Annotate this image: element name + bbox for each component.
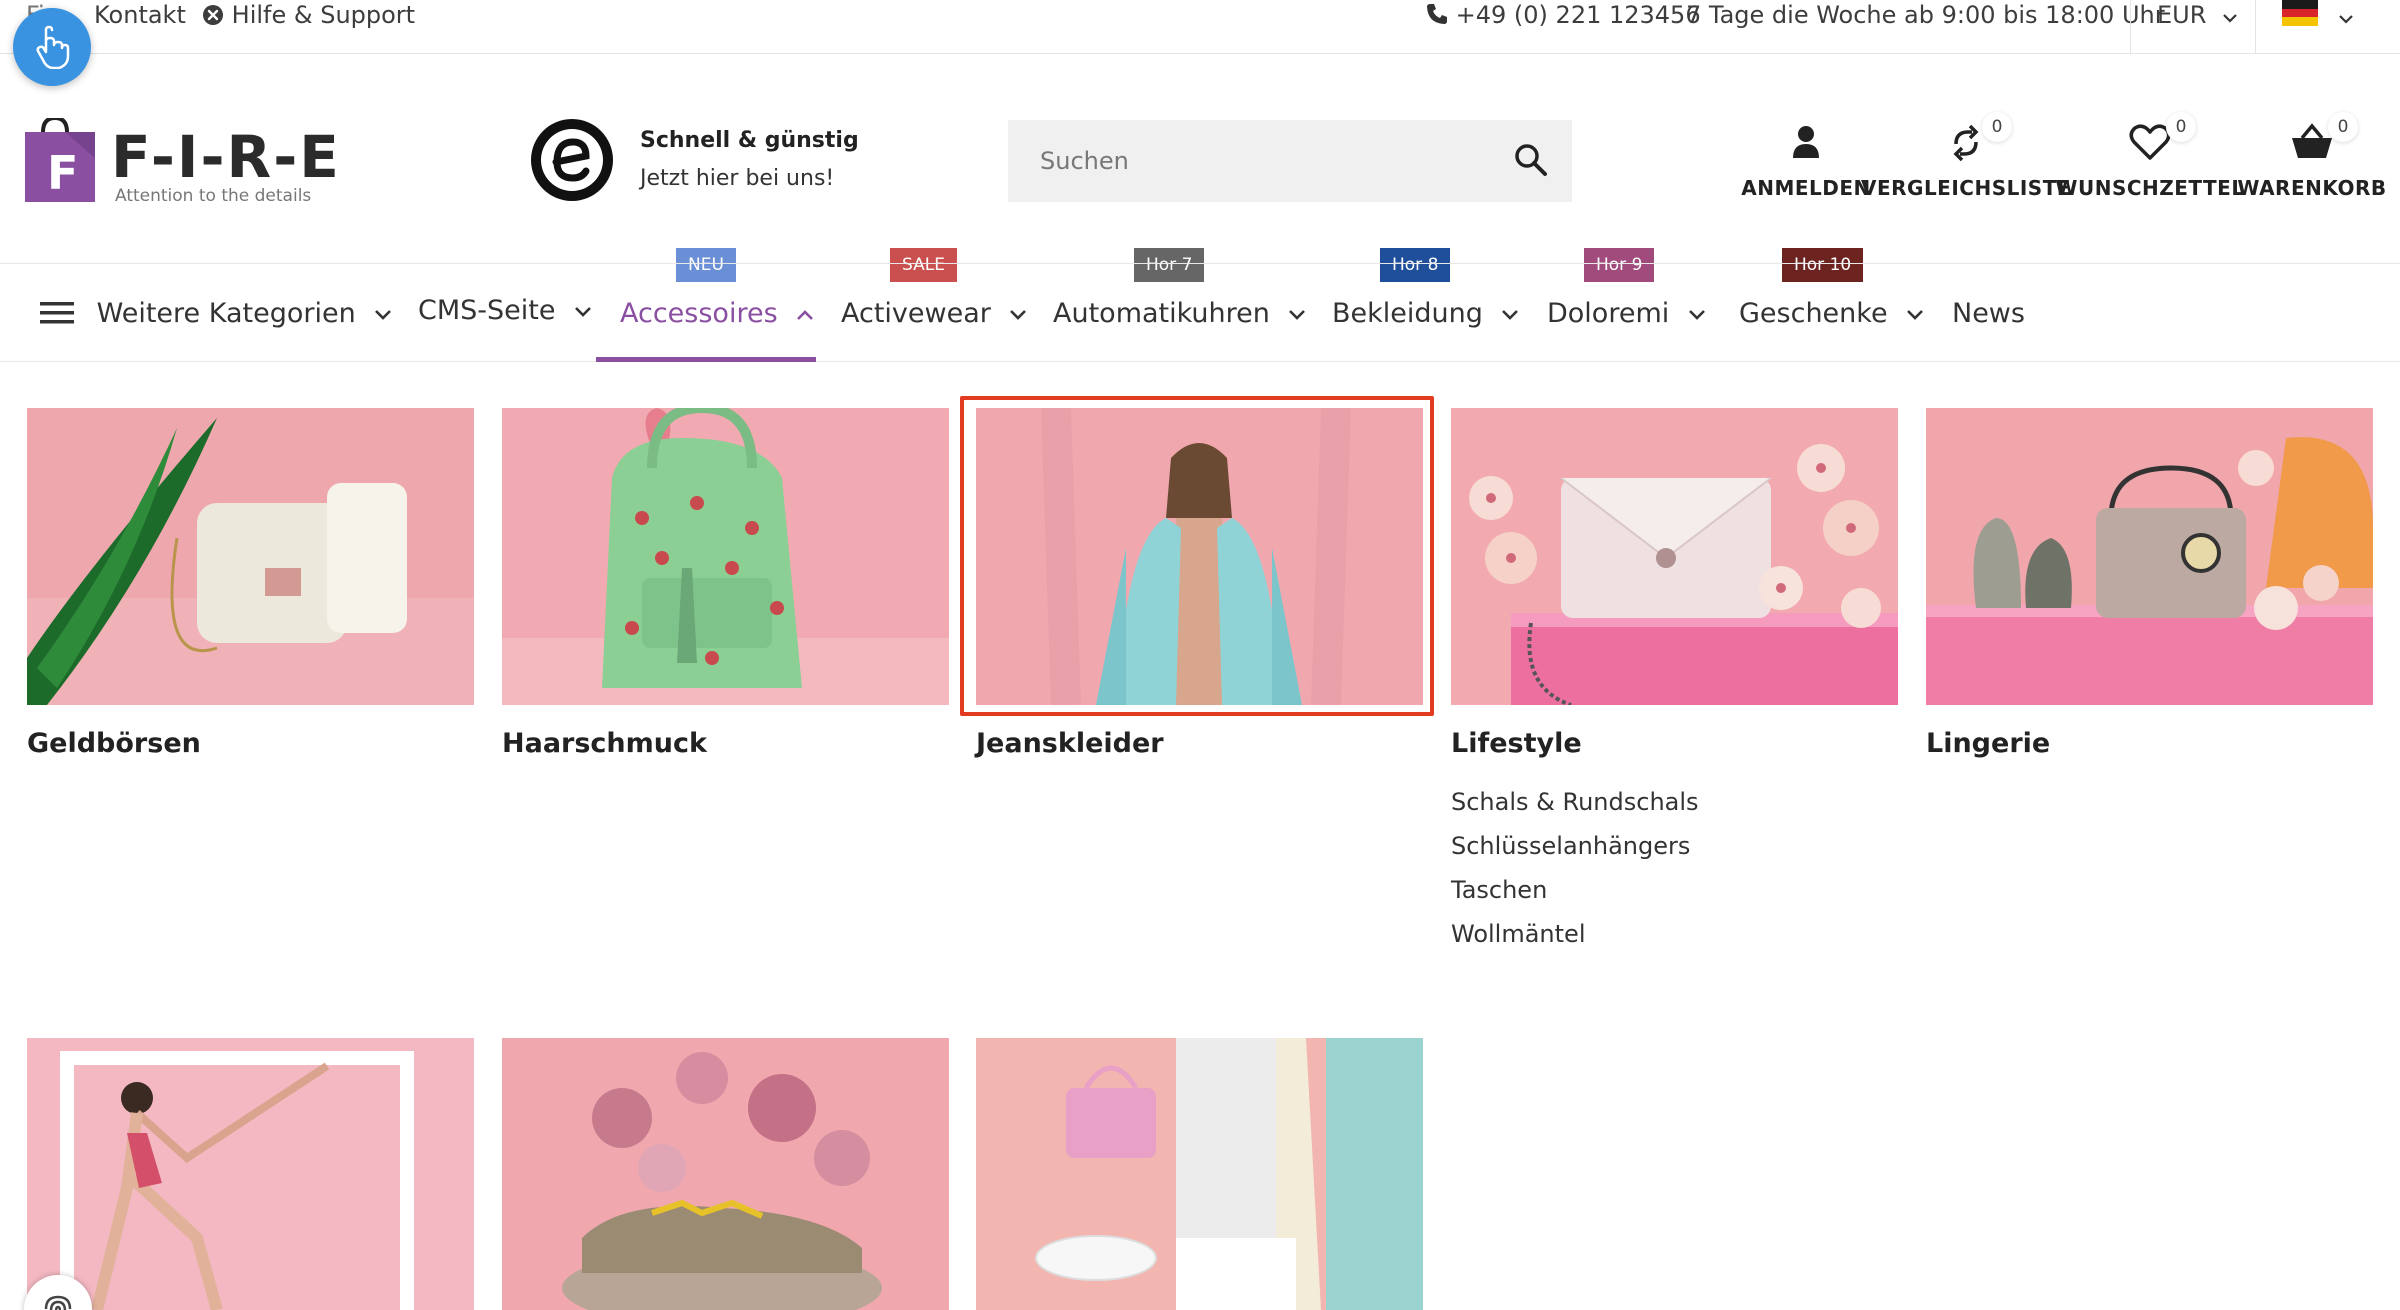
nav-item-accessoires[interactable]: Accessoires	[620, 264, 814, 363]
category-name[interactable]: Lifestyle	[1451, 728, 1582, 759]
chevron-down-icon	[2338, 15, 2353, 24]
nav-item-geschenke[interactable]: Geschenke	[1739, 264, 1924, 363]
nav-item-more-categories[interactable]: Weitere Kategorien	[40, 264, 392, 363]
compare-label: VERGLEICHSLISTE	[1860, 176, 2072, 200]
nav-label: Activewear	[841, 298, 991, 329]
compare-button[interactable]: 0 VERGLEICHSLISTE	[1861, 112, 2071, 200]
contact-link[interactable]: Kontakt	[94, 0, 186, 30]
topbar-divider	[2130, 0, 2131, 54]
fingerprint-icon	[44, 1295, 72, 1310]
currency-value: EUR	[2157, 1, 2207, 29]
cart-label: WARENKORB	[2237, 176, 2387, 200]
shop-logo[interactable]: F F-I-R-E Attention to the details	[25, 115, 339, 212]
category-image[interactable]	[1451, 408, 1898, 705]
trust-subtitle: Jetzt hier bei uns!	[640, 166, 835, 191]
trusted-shops-badge[interactable]	[530, 118, 614, 206]
category-image[interactable]	[1926, 408, 2373, 705]
accessibility-button[interactable]	[13, 8, 91, 86]
nav-label: Weitere Kategorien	[96, 298, 356, 329]
nav-label: Geschenke	[1739, 298, 1888, 329]
nav-item-bekleidung[interactable]: Bekleidung	[1332, 264, 1519, 363]
nav-item-automatikuhren[interactable]: Automatikuhren	[1053, 264, 1306, 363]
chevron-down-icon	[575, 306, 591, 317]
category-name[interactable]: Lingerie	[1926, 728, 2050, 759]
nav-item-doloremi[interactable]: Doloremi	[1547, 264, 1706, 363]
main-navigation: Weitere Kategorien CMS-Seite Accessoires…	[0, 263, 2400, 362]
trusted-shops-e-icon	[531, 119, 613, 201]
selection-highlight-frame	[960, 396, 1434, 716]
cart-count-badge: 0	[2328, 112, 2358, 142]
top-bar: Fi... Kontakt Hilfe & Support +49 (0) 22…	[0, 0, 2400, 54]
logo-name: F-I-R-E	[111, 123, 341, 191]
chevron-down-icon	[1907, 309, 1924, 320]
topbar-divider	[2255, 0, 2256, 54]
hamburger-menu-icon	[40, 302, 74, 324]
category-name[interactable]: Haarschmuck	[502, 728, 707, 759]
wishlist-count-badge: 0	[2166, 112, 2196, 142]
hand-pointer-icon	[36, 25, 70, 69]
subcategory-link[interactable]: Wollmäntel	[1451, 912, 1699, 956]
search-icon[interactable]	[1513, 142, 1549, 178]
wishlist-button[interactable]: 0 WUNSCHZETTEL	[2055, 112, 2244, 200]
chevron-down-icon	[1688, 309, 1705, 320]
subcategory-link[interactable]: Schlüsselanhängers	[1451, 824, 1699, 868]
help-link[interactable]: Hilfe & Support	[202, 0, 415, 30]
nav-label: Automatikuhren	[1053, 298, 1270, 329]
nav-label: Doloremi	[1547, 298, 1670, 329]
login-label: ANMELDEN	[1741, 176, 1871, 200]
nav-label: Accessoires	[620, 298, 778, 329]
category-name[interactable]: Geldbörsen	[27, 728, 201, 759]
logo-letter: F	[47, 146, 79, 200]
search-bar	[1008, 120, 1572, 202]
chevron-down-icon	[1289, 309, 1306, 320]
chevron-down-icon	[1502, 309, 1519, 320]
category-image[interactable]	[27, 408, 474, 705]
phone-number: +49 (0) 221 123456	[1455, 1, 1701, 29]
category-tile-lifestyle[interactable]: Lifestyle Schals & Rundschals Schlüssela…	[1451, 408, 1898, 968]
login-button[interactable]: ANMELDEN	[1741, 122, 1870, 200]
currency-selector[interactable]: EUR	[2157, 0, 2238, 30]
subcategory-list: Schals & Rundschals Schlüsselanhängers T…	[1451, 780, 1699, 956]
category-tile-row2-2[interactable]	[502, 1038, 949, 1310]
category-name[interactable]: Jeanskleider	[976, 728, 1164, 759]
category-image[interactable]	[502, 1038, 949, 1310]
chevron-down-icon	[2223, 14, 2237, 23]
help-circle-icon	[203, 5, 223, 25]
search-input[interactable]	[1008, 120, 1488, 202]
help-link-label: Hilfe & Support	[231, 1, 416, 29]
category-image[interactable]	[27, 1038, 474, 1310]
chevron-down-icon	[375, 309, 392, 320]
chevron-up-icon	[797, 309, 814, 320]
opening-hours: 7 Tage die Woche ab 9:00 bis 18:00 Uhr	[1686, 1, 2165, 29]
nav-label: Bekleidung	[1332, 298, 1483, 329]
subcategory-link[interactable]: Schals & Rundschals	[1451, 780, 1699, 824]
wishlist-label: WUNSCHZETTEL	[2055, 176, 2245, 200]
category-image[interactable]	[976, 1038, 1423, 1310]
chevron-down-icon	[1010, 309, 1027, 320]
language-selector[interactable]	[2282, 0, 2354, 30]
category-tile-row2-3[interactable]	[976, 1038, 1423, 1310]
category-tile-haarschmuck[interactable]: Haarschmuck	[502, 408, 949, 768]
category-image[interactable]	[502, 408, 949, 705]
phone-link[interactable]: +49 (0) 221 123456	[1426, 0, 1701, 30]
subcategory-link[interactable]: Taschen	[1451, 868, 1699, 912]
trust-title: Schnell & günstig	[640, 128, 859, 153]
german-flag-icon	[2282, 0, 2318, 26]
user-icon	[1793, 126, 1819, 158]
logo-tagline: Attention to the details	[115, 186, 312, 206]
compare-count-badge: 0	[1982, 112, 2012, 142]
nav-label: CMS-Seite	[418, 295, 556, 326]
nav-item-news[interactable]: News	[1952, 264, 2025, 363]
active-nav-underline	[596, 357, 816, 362]
cart-button[interactable]: 0 WARENKORB	[2237, 112, 2386, 200]
nav-item-cms-page[interactable]: CMS-Seite	[418, 261, 592, 360]
category-tile-lingerie[interactable]: Lingerie	[1926, 408, 2373, 768]
nav-label: News	[1952, 298, 2025, 329]
category-tile-row2-1[interactable]	[27, 1038, 474, 1310]
nav-item-activewear[interactable]: Activewear	[841, 264, 1027, 363]
category-tile-geldboersen[interactable]: Geldbörsen	[27, 408, 474, 768]
phone-icon	[1427, 4, 1447, 24]
